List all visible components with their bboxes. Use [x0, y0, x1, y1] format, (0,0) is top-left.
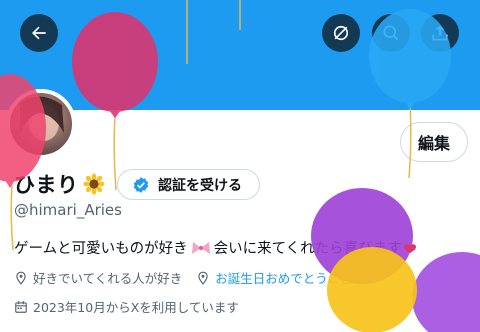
balloon-purple-right: [412, 252, 480, 332]
mute-button[interactable]: [322, 14, 360, 52]
avatar-image: [20, 96, 64, 141]
edit-profile-label: 編集: [417, 134, 450, 153]
location-item: 好きでいてくれる人が好き: [14, 268, 182, 287]
edit-profile-button[interactable]: 編集: [400, 122, 468, 162]
profile-bio: ゲームと可愛いものが好き 会いに来てくれたら喜びます: [14, 237, 402, 258]
sunflower-icon: [82, 173, 105, 195]
back-button[interactable]: [20, 14, 58, 52]
profile-banner[interactable]: [0, 0, 480, 110]
arrow-left-icon: [32, 26, 46, 40]
balloon-yellow: [327, 247, 417, 332]
joined-date: 2023年10月からXを利用しています: [14, 297, 239, 316]
profile-meta: 好きでいてくれる人が好き お誕生日おめでとうござ: [14, 268, 353, 287]
bio-text-2: 会いに来てくれたら喜びます: [213, 241, 402, 257]
avatar[interactable]: [6, 89, 76, 159]
get-verified-label: 認証を受ける: [158, 177, 242, 194]
share-button[interactable]: [421, 14, 459, 52]
website-link[interactable]: お誕生日おめでとうござ: [215, 268, 353, 287]
no-sync-icon: [333, 25, 349, 41]
display-name: ひまり: [14, 173, 79, 197]
website-item[interactable]: お誕生日おめでとうござ: [196, 268, 353, 287]
heart-icon: [404, 244, 416, 253]
location-text: 好きでいてくれる人が好き: [33, 271, 183, 286]
profile-handle: @himari_Aries: [14, 201, 122, 219]
bio-text-1: ゲームと可愛いものが好き: [14, 241, 188, 257]
joined-text: 2023年10月からXを利用しています: [33, 300, 239, 315]
profile-name-row: ひまり: [14, 167, 105, 201]
calendar-icon: [15, 300, 27, 313]
search-icon: [383, 25, 399, 41]
share-icon: [432, 25, 448, 41]
search-button[interactable]: [372, 14, 410, 52]
ribbon-icon: [191, 241, 210, 254]
location-pin-icon: [198, 271, 208, 285]
location-pin-icon: [16, 271, 26, 285]
get-verified-button[interactable]: 認証を受ける: [117, 169, 260, 200]
verified-badge-icon: [133, 176, 149, 193]
